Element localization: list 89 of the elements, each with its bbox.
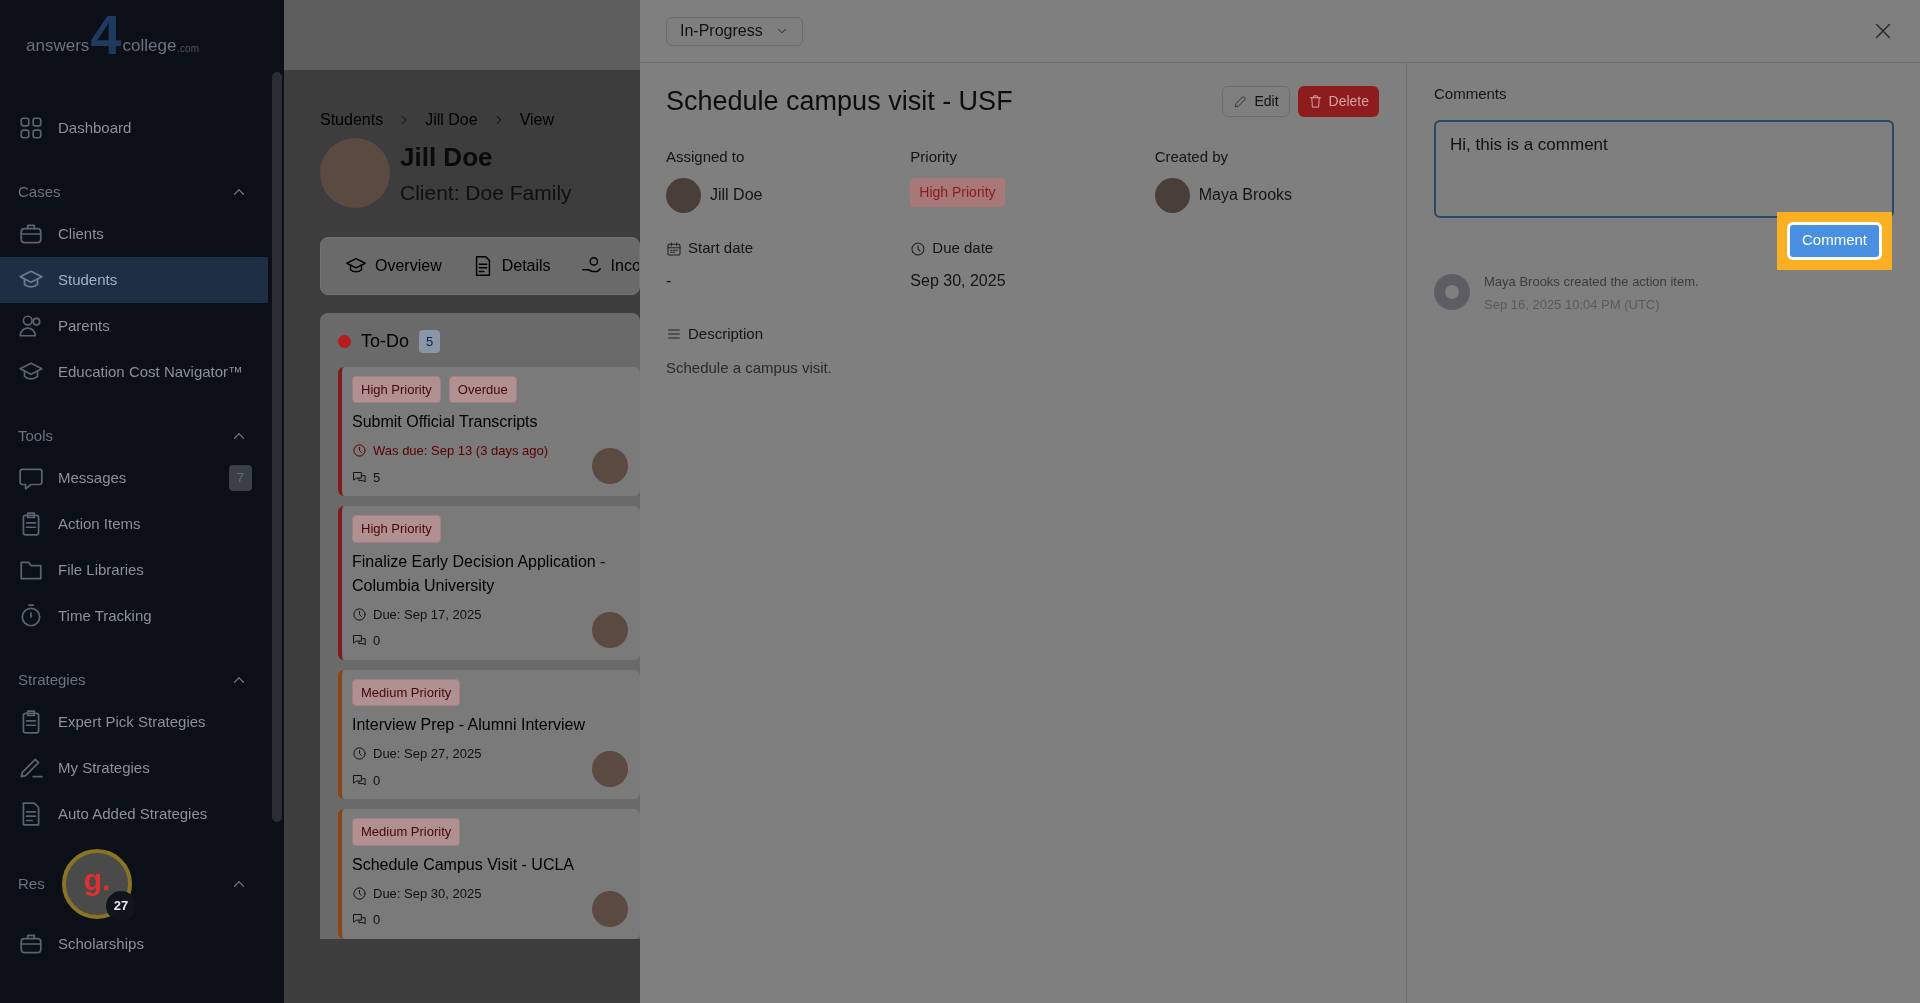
briefcase-icon: [18, 931, 44, 957]
due-date: Was due: Sep 13 (3 days ago): [373, 442, 549, 460]
comment-field[interactable]: Hi, this is a comment: [1434, 119, 1894, 218]
field-value: -: [666, 270, 673, 291]
field-value: Sep 30, 2025: [910, 270, 1007, 291]
drawer-title: Schedule campus visit - USF: [666, 85, 1013, 118]
comment-count: 0: [373, 911, 381, 929]
sidebar-item[interactable]: My Strategies: [0, 745, 268, 791]
pencil-icon: [1233, 93, 1249, 109]
clock-icon: [352, 606, 367, 622]
task-card[interactable]: Medium Priority Interview Prep - Alumni Interview Due: Sep 27, 2025 0: [338, 669, 640, 799]
clock-icon: [352, 443, 367, 459]
sidebar-item[interactable]: Students: [0, 257, 268, 303]
tag: Medium Priority: [352, 678, 461, 706]
field-label: Created by: [1154, 147, 1229, 168]
task-card[interactable]: Medium Priority Schedule Campus Visit - UCLA Due: Sep 30, 2025 0: [338, 809, 640, 939]
card-title: Finalize Early Decision Application - Columbia University: [352, 551, 607, 596]
sidebar-item[interactable]: Dashboard: [0, 105, 268, 151]
status-dropdown[interactable]: In-Progress: [666, 16, 803, 46]
logo[interactable]: answers4college.com: [0, 0, 284, 70]
sidebar-item[interactable]: Time Tracking: [0, 593, 268, 639]
priority-tag: High Priority: [910, 177, 1005, 207]
comments-icon: [352, 469, 367, 485]
avatar-placeholder: [592, 890, 628, 927]
tag: High Priority: [352, 515, 441, 543]
field-label: Priority: [910, 147, 957, 168]
avatar-placeholder: [592, 751, 628, 787]
delete-button[interactable]: Delete: [1297, 85, 1379, 117]
avatar-placeholder: [1154, 177, 1190, 213]
section-heading: Comments: [1434, 84, 1508, 104]
section-heading: Res: [18, 873, 45, 894]
comment-count: 0: [373, 771, 381, 790]
comment-button[interactable]: Comment: [1786, 221, 1882, 260]
task-card[interactable]: High Priority Overdue Submit Official Transcripts Was due: Sep 13 (3 days ago) 5: [338, 366, 640, 496]
field-label: Description: [688, 323, 764, 344]
card-title: Interview Prep - Alumni Interview: [352, 715, 586, 735]
clock-icon: [352, 746, 367, 762]
field-label: Start date: [688, 238, 754, 259]
clock-icon: [910, 240, 927, 257]
avatar-placeholder: [592, 448, 628, 484]
task-card[interactable]: High Priority Finalize Early Decision Application - Columbia University Due: Sep 17, 2025 0: [338, 506, 640, 660]
clock-icon: [352, 885, 367, 901]
tag: High Priority: [352, 375, 441, 403]
card-title: Schedule Campus Visit - UCLA: [352, 854, 576, 875]
calendar-icon: [666, 240, 682, 257]
sidebar-item[interactable]: Parents: [0, 303, 268, 349]
due-date: Due: Sep 27, 2025: [373, 745, 482, 763]
comments-icon: [352, 772, 367, 788]
person-name: Maya Brooks: [1198, 185, 1293, 205]
sidebar-item[interactable]: Messages 7: [0, 455, 268, 501]
edit-button[interactable]: Edit: [1222, 85, 1290, 117]
field-label: Assigned to: [666, 147, 745, 168]
comment-count: 0: [373, 632, 381, 650]
due-date: Due: Sep 30, 2025: [373, 884, 482, 903]
scrollbar[interactable]: [272, 72, 282, 822]
person-name: Jill Doe: [710, 185, 763, 205]
sidebar-item[interactable]: Auto Added Strategies: [0, 791, 268, 837]
grid-icon: [18, 115, 44, 141]
due-date: Due: Sep 17, 2025: [373, 605, 482, 624]
avatar-placeholder: [592, 611, 628, 648]
comment-count: 5: [373, 468, 381, 487]
count-badge: 7: [228, 465, 252, 491]
avatar-placeholder: [666, 177, 701, 213]
section-heading: Strategies: [18, 669, 86, 690]
column-title: To-Do: [361, 330, 409, 353]
activity-text: Maya Brooks created the action item.: [1484, 272, 1699, 291]
tab[interactable]: Overview: [345, 253, 442, 278]
description-text: Schedule a campus visit.: [666, 358, 833, 378]
field-label: Due date: [932, 238, 994, 259]
sidebar-item[interactable]: Action Items: [0, 501, 268, 547]
sidebar-item[interactable]: Expert Pick Strategies: [0, 699, 268, 745]
card-title: Submit Official Transcripts: [352, 412, 539, 432]
tab[interactable]: Details: [471, 253, 551, 278]
sidebar-item[interactable]: Education Cost Navigator™: [0, 349, 268, 395]
pen-icon: [18, 755, 44, 781]
section-heading: Cases: [18, 181, 61, 202]
sidebar-item[interactable]: Scholarships: [0, 921, 268, 967]
briefcase-icon: [18, 221, 44, 247]
tag: Overdue: [448, 375, 517, 403]
people-icon: [18, 313, 44, 339]
avatar-placeholder: [1434, 273, 1470, 310]
sidebar-item[interactable]: File Libraries: [0, 547, 268, 593]
count-badge: 5: [419, 329, 441, 354]
tag: Medium Priority: [352, 818, 461, 846]
chat-bubble-icon: [18, 465, 44, 491]
notification-badge: 27: [106, 891, 136, 921]
trash-icon: [1307, 93, 1323, 109]
section-heading: Tools: [18, 425, 54, 446]
sidebar-item[interactable]: Clients: [0, 211, 268, 257]
